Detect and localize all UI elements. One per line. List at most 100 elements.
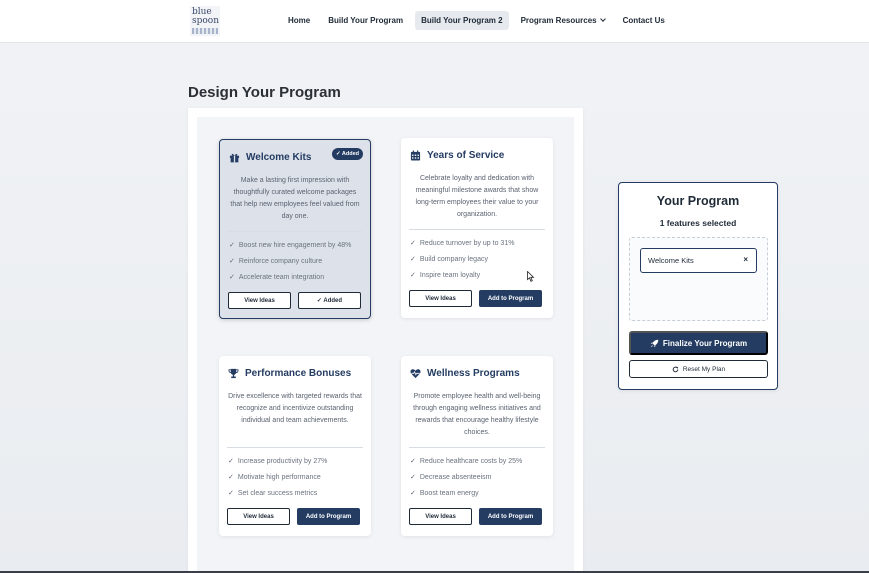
card-header: Wellness Programs [410, 368, 520, 379]
card-title: Performance Bonuses [245, 368, 352, 379]
feature-text: Decrease absenteeism [419, 474, 492, 481]
feature-card-welcome-kits[interactable]: Welcome Kits ✓ Added Make a lasting firs… [219, 139, 371, 319]
card-actions: View Ideas Add to Program [409, 508, 549, 525]
chevron-down-icon [599, 16, 606, 22]
card-header: Welcome Kits [229, 152, 311, 163]
feature-text: Increase productivity by 27% [237, 458, 328, 465]
feature-card-years-of-service[interactable]: Years of Service Celebrate loyalty and d… [401, 138, 553, 318]
check-icon: ✓ [229, 258, 235, 265]
card-actions: View Ideas Add to Program [227, 508, 367, 525]
feature-item: ✓ Decrease absenteeism [410, 470, 522, 486]
reset-label: Reset My Plan [682, 365, 726, 373]
feature-text: Motivate high performance [237, 474, 321, 481]
feature-card-performance-bonuses[interactable]: Performance Bonuses Drive excellence wit… [219, 356, 371, 536]
feature-text: Set clear success metrics [237, 490, 318, 497]
main-nav: Home Build Your Program Build Your Progr… [282, 11, 677, 30]
view-ideas-button[interactable]: View Ideas [228, 292, 291, 309]
logo-graphic [192, 28, 218, 34]
nav-program-resources-label: Program Resources [520, 16, 597, 25]
selected-feature-chip: Welcome Kits × [640, 248, 757, 273]
card-actions: View Ideas Add to Program [409, 290, 549, 307]
remove-icon[interactable]: × [743, 255, 748, 264]
card-title: Wellness Programs [427, 368, 520, 379]
card-feature-list: ✓ Reduce turnover by up to 31% ✓ Build com… [410, 236, 514, 284]
mouse-cursor-icon [527, 271, 535, 282]
feature-item: ✓ Reduce healthcare costs by 25% [410, 454, 522, 470]
check-icon: ✓ [228, 458, 234, 465]
card-divider [409, 229, 545, 230]
check-icon: ✓ [410, 458, 416, 465]
feature-text: Boost new hire engagement by 48% [238, 242, 352, 249]
feature-item: ✓ Build company legacy [410, 252, 514, 268]
feature-item: ✓ Motivate high performance [228, 470, 327, 486]
trophy-icon [228, 368, 239, 379]
check-icon: ✓ [228, 474, 234, 481]
nav-build-your-program[interactable]: Build Your Program [322, 11, 409, 30]
features-grid-inner: Welcome Kits ✓ Added Make a lasting firs… [197, 117, 574, 573]
feature-text: Boost team energy [419, 490, 479, 497]
nav-contact-us[interactable]: Contact Us [617, 11, 671, 30]
add-to-program-button[interactable]: Add to Program [297, 508, 360, 525]
feature-text: Reduce turnover by up to 31% [419, 240, 515, 247]
card-title: Welcome Kits [246, 152, 312, 163]
feature-text: Reinforce company culture [238, 258, 323, 265]
added-button[interactable]: ✓ Added [298, 292, 361, 309]
card-description: Promote employee health and well-being t… [413, 393, 541, 436]
card-actions: View Ideas ✓ Added [228, 292, 368, 309]
finalize-program-button[interactable]: Finalize Your Program [629, 331, 768, 355]
heartbeat-icon [410, 369, 421, 379]
view-ideas-button[interactable]: View Ideas [409, 508, 472, 525]
brand-logo[interactable]: blue spoon [190, 6, 220, 36]
card-description: Drive excellence with targeted rewards t… [228, 393, 362, 424]
card-feature-list: ✓ Increase productivity by 27% ✓ Motivate … [228, 454, 327, 502]
card-feature-list: ✓ Boost new hire engagement by 48% ✓ Reinf… [229, 238, 351, 286]
nav-build-your-program-2[interactable]: Build Your Program 2 [415, 11, 509, 30]
check-icon: ✓ [410, 256, 416, 263]
check-icon: ✓ [410, 240, 416, 247]
feature-text: Reduce healthcare costs by 25% [419, 458, 523, 465]
card-description: Make a lasting first impression with tho… [230, 177, 360, 220]
finalize-label: Finalize Your Program [662, 338, 748, 348]
card-feature-list: ✓ Reduce healthcare costs by 25% ✓ Decreas… [410, 454, 522, 502]
features-grid: Welcome Kits ✓ Added Make a lasting firs… [188, 108, 583, 573]
feature-item: ✓ Boost team energy [410, 486, 522, 502]
your-program-panel: Your Program 1 features selected Welcome… [618, 182, 778, 390]
feature-item: ✓ Reinforce company culture [229, 254, 351, 270]
card-header: Performance Bonuses [228, 368, 351, 379]
view-ideas-button[interactable]: View Ideas [409, 290, 472, 307]
check-icon: ✓ [410, 474, 416, 481]
selected-features-zone[interactable]: Welcome Kits × [629, 237, 768, 321]
check-icon: ✓ [229, 274, 235, 281]
nav-program-resources[interactable]: Program Resources [515, 11, 611, 30]
card-description: Celebrate loyalty and dedication with me… [415, 175, 539, 218]
card-header: Years of Service [410, 150, 504, 161]
add-to-program-button[interactable]: Add to Program [479, 290, 542, 307]
feature-item: ✓ Reduce turnover by up to 31% [410, 236, 514, 252]
feature-card-wellness-programs[interactable]: Wellness Programs Promote employee healt… [401, 356, 553, 536]
view-ideas-button[interactable]: View Ideas [227, 508, 290, 525]
card-title: Years of Service [427, 150, 505, 161]
feature-item: ✓ Inspire team loyalty [410, 268, 514, 284]
top-header: blue spoon Home Build Your Program Build… [0, 0, 869, 43]
feature-item: ✓ Increase productivity by 27% [228, 454, 327, 470]
check-icon: ✓ [410, 272, 416, 279]
selected-count: 1 features selected [659, 218, 737, 228]
check-icon: ✓ [410, 490, 416, 497]
check-icon: ✓ [229, 242, 235, 249]
reset-plan-button[interactable]: Reset My Plan [629, 360, 768, 378]
feature-text: Build company legacy [419, 256, 488, 263]
gift-icon [229, 153, 240, 163]
refresh-icon [672, 366, 679, 372]
panel-title: Your Program [656, 194, 740, 208]
feature-item: ✓ Boost new hire engagement by 48% [229, 238, 351, 254]
nav-home[interactable]: Home [282, 11, 316, 30]
add-to-program-button[interactable]: Add to Program [479, 508, 542, 525]
feature-text: Inspire team loyalty [419, 272, 481, 279]
feature-item: ✓ Accelerate team integration [229, 270, 351, 286]
added-badge: ✓ Added [331, 148, 363, 160]
page-title: Design Your Program [188, 84, 341, 101]
rocket-icon [650, 339, 659, 347]
card-divider [409, 447, 545, 448]
logo-line-2: spoon [192, 16, 220, 26]
card-divider [228, 231, 362, 232]
